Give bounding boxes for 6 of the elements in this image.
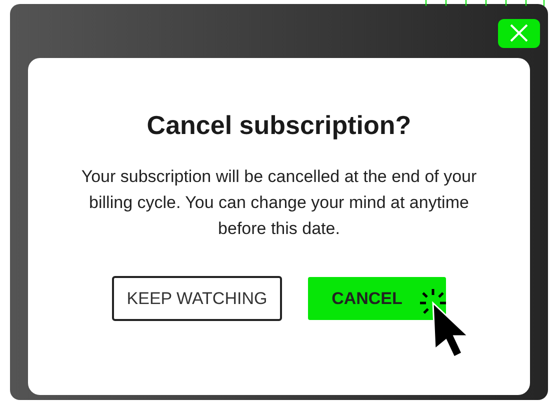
keep-watching-button[interactable]: KEEP WATCHING	[112, 276, 282, 321]
cancel-button[interactable]: CANCEL	[308, 277, 446, 320]
dialog-message: Your subscription will be cancelled at the end of your billing cycle. You can change your mind at anytime before this date.	[80, 166, 478, 240]
dialog-title: Cancel subscription?	[146, 109, 412, 142]
close-button[interactable]	[498, 18, 540, 48]
close-icon	[509, 23, 529, 43]
